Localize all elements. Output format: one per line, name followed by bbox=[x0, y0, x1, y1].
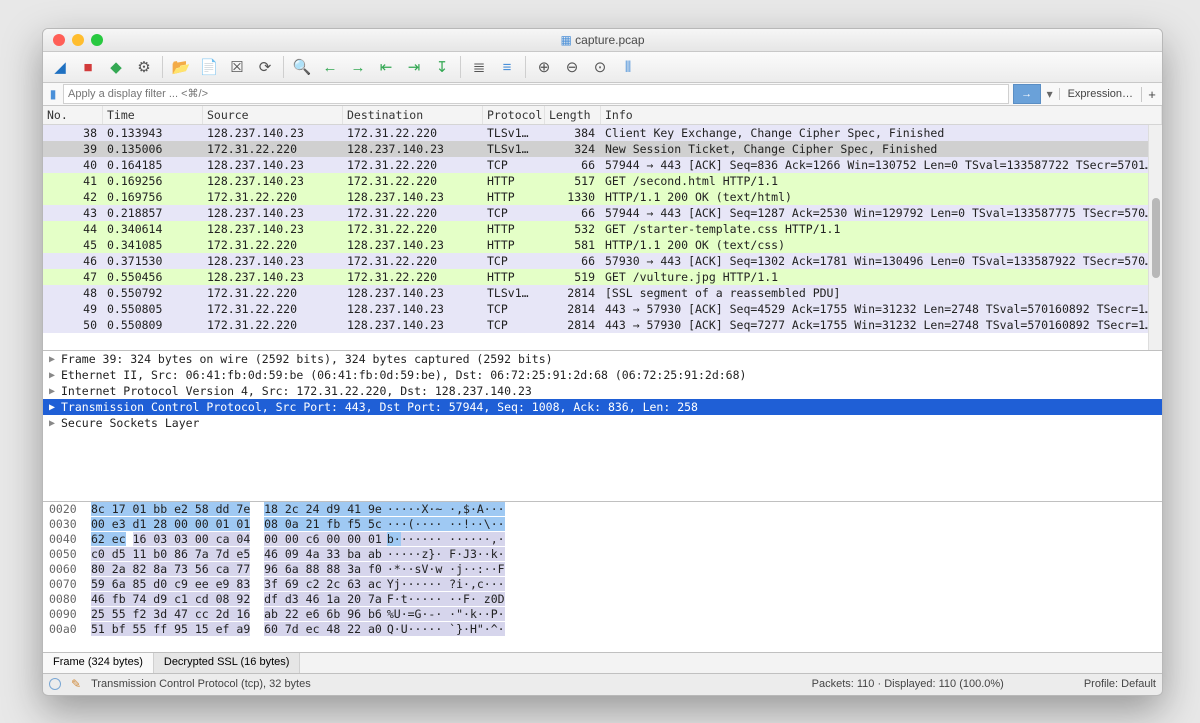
hex-row[interactable]: 007059 6a 85 d0 c9 ee e9 83 3f 69 c2 2c … bbox=[43, 577, 1162, 592]
display-filter-input[interactable] bbox=[63, 84, 1009, 104]
goto-packet-icon[interactable]: ↧ bbox=[429, 55, 455, 79]
hex-row[interactable]: 008046 fb 74 d9 c1 cd 08 92 df d3 46 1a … bbox=[43, 592, 1162, 607]
autoscroll-icon[interactable]: ≣ bbox=[466, 55, 492, 79]
status-bar: ✎ Transmission Control Protocol (tcp), 3… bbox=[43, 673, 1162, 694]
col-source[interactable]: Source bbox=[203, 106, 343, 124]
disclosure-triangle-icon[interactable]: ▶ bbox=[49, 418, 61, 429]
colorize-icon[interactable]: ≡ bbox=[494, 55, 520, 79]
options-icon[interactable]: ⚙ bbox=[131, 55, 157, 79]
filter-dropdown-icon[interactable]: ▾ bbox=[1041, 87, 1059, 101]
packet-row[interactable]: 500.550809172.31.22.220128.237.140.23TCP… bbox=[43, 317, 1162, 333]
titlebar: ▦ capture.pcap bbox=[43, 29, 1162, 52]
bytes-tab[interactable]: Decrypted SSL (16 bytes) bbox=[154, 653, 301, 673]
zoom-in-icon[interactable]: ⊕ bbox=[531, 55, 557, 79]
packet-row[interactable]: 460.371530128.237.140.23172.31.22.220TCP… bbox=[43, 253, 1162, 269]
bytes-tab[interactable]: Frame (324 bytes) bbox=[43, 653, 154, 673]
goto-start-icon[interactable]: ⇤ bbox=[373, 55, 399, 79]
goto-end-icon[interactable]: ⇥ bbox=[401, 55, 427, 79]
detail-tree-item[interactable]: ▶Internet Protocol Version 4, Src: 172.3… bbox=[43, 383, 1162, 399]
packet-row[interactable]: 390.135006172.31.22.220128.237.140.23TLS… bbox=[43, 141, 1162, 157]
packet-row[interactable]: 480.550792172.31.22.220128.237.140.23TLS… bbox=[43, 285, 1162, 301]
zoom-out-icon[interactable]: ⊖ bbox=[559, 55, 585, 79]
bytes-tab-bar: Frame (324 bytes)Decrypted SSL (16 bytes… bbox=[43, 652, 1162, 673]
detail-tree-item[interactable]: ▶Frame 39: 324 bytes on wire (2592 bits)… bbox=[43, 351, 1162, 367]
col-no[interactable]: No. bbox=[43, 106, 103, 124]
packet-row[interactable]: 400.164185128.237.140.23172.31.22.220TCP… bbox=[43, 157, 1162, 173]
hex-row[interactable]: 0050c0 d5 11 b0 86 7a 7d e5 46 09 4a 33 … bbox=[43, 547, 1162, 562]
add-filter-button[interactable]: + bbox=[1141, 87, 1162, 102]
hex-row[interactable]: 009025 55 f2 3d 47 cc 2d 16 ab 22 e6 6b … bbox=[43, 607, 1162, 622]
resize-columns-icon[interactable]: ⫴ bbox=[615, 55, 641, 79]
filter-bar: ▮ → ▾ Expression… + bbox=[43, 83, 1162, 106]
packet-row[interactable]: 380.133943128.237.140.23172.31.22.220TLS… bbox=[43, 125, 1162, 141]
fin-icon[interactable]: ◢ bbox=[47, 55, 73, 79]
hex-row[interactable]: 003000 e3 d1 28 00 00 01 01 08 0a 21 fb … bbox=[43, 517, 1162, 532]
packet-row[interactable]: 410.169256128.237.140.23172.31.22.220HTT… bbox=[43, 173, 1162, 189]
restart-icon[interactable]: ◆ bbox=[103, 55, 129, 79]
packet-list[interactable]: 380.133943128.237.140.23172.31.22.220TLS… bbox=[43, 125, 1162, 350]
hex-row[interactable]: 00a051 bf 55 ff 95 15 ef a9 60 7d ec 48 … bbox=[43, 622, 1162, 637]
packet-row[interactable]: 470.550456128.237.140.23172.31.22.220HTT… bbox=[43, 269, 1162, 285]
open-icon[interactable]: 📂 bbox=[168, 55, 194, 79]
prev-packet-icon[interactable]: ← bbox=[317, 55, 343, 79]
packet-details-pane[interactable]: ▶Frame 39: 324 bytes on wire (2592 bits)… bbox=[43, 350, 1162, 501]
main-toolbar: ◢■◆⚙ 📂📄☒⟳ 🔍←→⇤⇥↧ ≣≡ ⊕⊖⊙⫴ bbox=[43, 52, 1162, 83]
expression-button[interactable]: Expression… bbox=[1059, 88, 1141, 100]
apply-filter-button[interactable]: → bbox=[1013, 84, 1041, 104]
col-dest[interactable]: Destination bbox=[343, 106, 483, 124]
col-info[interactable]: Info bbox=[601, 106, 1162, 124]
disclosure-triangle-icon[interactable]: ▶ bbox=[49, 402, 61, 413]
close-file-icon[interactable]: ☒ bbox=[224, 55, 250, 79]
packet-row[interactable]: 430.218857128.237.140.23172.31.22.220TCP… bbox=[43, 205, 1162, 221]
detail-tree-item[interactable]: ▶Transmission Control Protocol, Src Port… bbox=[43, 399, 1162, 415]
disclosure-triangle-icon[interactable]: ▶ bbox=[49, 386, 61, 397]
col-protocol[interactable]: Protocol bbox=[483, 106, 545, 124]
status-left-text: Transmission Control Protocol (tcp), 32 … bbox=[91, 678, 311, 690]
packet-row[interactable]: 440.340614128.237.140.23172.31.22.220HTT… bbox=[43, 221, 1162, 237]
hex-row[interactable]: 006080 2a 82 8a 73 56 ca 77 96 6a 88 88 … bbox=[43, 562, 1162, 577]
reload-icon[interactable]: ⟳ bbox=[252, 55, 278, 79]
col-length[interactable]: Length bbox=[545, 106, 601, 124]
find-icon[interactable]: 🔍 bbox=[289, 55, 315, 79]
packet-list-scrollbar[interactable] bbox=[1148, 125, 1162, 350]
packet-row[interactable]: 490.550805172.31.22.220128.237.140.23TCP… bbox=[43, 301, 1162, 317]
packet-row[interactable]: 450.341085172.31.22.220128.237.140.23HTT… bbox=[43, 237, 1162, 253]
detail-tree-item[interactable]: ▶Ethernet II, Src: 06:41:fb:0d:59:be (06… bbox=[43, 367, 1162, 383]
detail-tree-item[interactable]: ▶Secure Sockets Layer bbox=[43, 415, 1162, 431]
packet-row[interactable]: 420.169756172.31.22.220128.237.140.23HTT… bbox=[43, 189, 1162, 205]
disclosure-triangle-icon[interactable]: ▶ bbox=[49, 370, 61, 381]
stop-icon[interactable]: ■ bbox=[75, 55, 101, 79]
expert-info-icon[interactable] bbox=[49, 678, 61, 690]
save-icon[interactable]: 📄 bbox=[196, 55, 222, 79]
packet-list-header: No. Time Source Destination Protocol Len… bbox=[43, 106, 1162, 125]
next-packet-icon[interactable]: → bbox=[345, 55, 371, 79]
document-icon: ▦ bbox=[560, 33, 571, 47]
status-packets-text: Packets: 110 · Displayed: 110 (100.0%) bbox=[812, 678, 1004, 690]
bookmark-icon[interactable]: ▮ bbox=[43, 87, 63, 101]
app-window: ▦ capture.pcap ◢■◆⚙📂📄☒⟳🔍←→⇤⇥↧≣≡⊕⊖⊙⫴ ▮ → … bbox=[42, 28, 1163, 696]
hex-row[interactable]: 00208c 17 01 bb e2 58 dd 7e 18 2c 24 d9 … bbox=[43, 502, 1162, 517]
zoom-reset-icon[interactable]: ⊙ bbox=[587, 55, 613, 79]
hex-row[interactable]: 004062 ec 16 03 03 00 ca 04 00 00 c6 00 … bbox=[43, 532, 1162, 547]
packet-bytes-pane[interactable]: 00208c 17 01 bb e2 58 dd 7e 18 2c 24 d9 … bbox=[43, 501, 1162, 652]
edit-capture-comment-icon[interactable]: ✎ bbox=[71, 677, 81, 691]
window-title: ▦ capture.pcap bbox=[43, 33, 1162, 47]
disclosure-triangle-icon[interactable]: ▶ bbox=[49, 354, 61, 365]
window-title-text: capture.pcap bbox=[575, 33, 644, 47]
status-profile-text[interactable]: Profile: Default bbox=[1084, 678, 1156, 690]
col-time[interactable]: Time bbox=[103, 106, 203, 124]
